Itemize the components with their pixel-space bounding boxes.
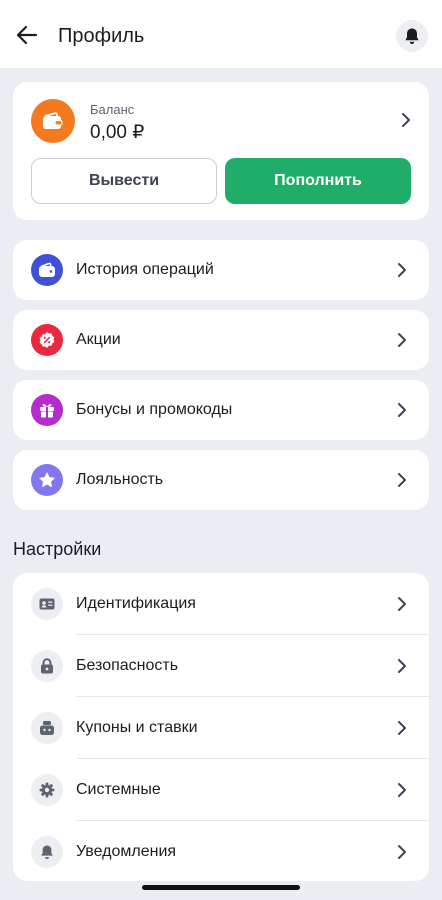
wallet-icon	[43, 112, 63, 129]
identification-icon-badge	[31, 588, 63, 620]
menu-item-history[interactable]: История операций	[13, 240, 429, 300]
coupons-icon-badge	[31, 712, 63, 744]
top-bar: Профиль	[0, 0, 442, 68]
chevron-right-icon	[398, 473, 406, 487]
wallet-icon-badge	[31, 99, 75, 143]
lock-icon	[41, 658, 53, 674]
deposit-button[interactable]: Пополнить	[225, 158, 411, 204]
menu-item-loyalty[interactable]: Лояльность	[13, 450, 429, 510]
settings-item-label: Идентификация	[76, 595, 196, 612]
settings-section-title: Настройки	[13, 539, 102, 559]
balance-card: Баланс 0,00 ₽ Вывести Пополнить	[13, 82, 429, 220]
settings-item-notifications[interactable]: Уведомления	[13, 821, 429, 883]
chevron-right-icon	[398, 721, 406, 735]
arrow-left-icon	[16, 25, 38, 45]
menu-item-label: Бонусы и промокоды	[76, 401, 233, 418]
menu-item-promotions[interactable]: Акции	[13, 310, 429, 370]
bell-icon	[405, 28, 419, 44]
gift-icon	[40, 403, 54, 418]
discount-badge-icon	[39, 332, 55, 348]
promotions-icon-badge	[31, 324, 63, 356]
notifications-button[interactable]	[396, 20, 428, 52]
balance-value: 0,00 ₽	[90, 122, 145, 143]
settings-item-system[interactable]: Системные	[13, 759, 429, 821]
settings-item-label: Уведомления	[76, 843, 177, 860]
menu-item-bonuses[interactable]: Бонусы и промокоды	[13, 380, 429, 440]
chevron-right-icon	[398, 597, 406, 611]
menu-item-label: История операций	[76, 261, 214, 278]
bonuses-icon-badge	[31, 394, 63, 426]
chevron-right-icon	[398, 403, 406, 417]
wallet-icon	[39, 262, 55, 277]
settings-item-label: Системные	[76, 781, 161, 798]
chevron-right-icon	[398, 783, 406, 797]
gear-icon	[39, 782, 55, 798]
menu-item-label: Лояльность	[76, 471, 164, 488]
chevron-right-icon	[398, 333, 406, 347]
balance-label: Баланс	[90, 102, 135, 117]
loyalty-icon-badge	[31, 464, 63, 496]
chevron-right-icon	[398, 845, 406, 859]
chevron-right-icon	[398, 263, 406, 277]
system-icon-badge	[31, 774, 63, 806]
balance-row[interactable]: Баланс 0,00 ₽	[13, 82, 429, 158]
notifications-icon-badge	[31, 836, 63, 868]
bell-icon	[41, 845, 53, 859]
settings-item-identification[interactable]: Идентификация	[13, 573, 429, 635]
settings-item-coupons[interactable]: Купоны и ставки	[13, 697, 429, 759]
settings-item-security[interactable]: Безопасность	[13, 635, 429, 697]
back-button[interactable]	[12, 20, 42, 50]
settings-card: Идентификация Безопасность Купоны и став…	[13, 573, 429, 881]
history-icon-badge	[31, 254, 63, 286]
star-icon	[39, 472, 55, 487]
chevron-right-icon	[398, 659, 406, 673]
settings-item-label: Купоны и ставки	[76, 719, 198, 736]
id-card-icon	[39, 598, 55, 610]
page-title: Профиль	[58, 25, 145, 47]
coupon-icon	[40, 721, 54, 735]
menu-item-label: Акции	[76, 331, 121, 348]
security-icon-badge	[31, 650, 63, 682]
home-indicator[interactable]	[142, 885, 300, 890]
withdraw-button[interactable]: Вывести	[31, 158, 217, 204]
settings-item-label: Безопасность	[76, 657, 179, 674]
chevron-right-icon	[402, 113, 410, 127]
